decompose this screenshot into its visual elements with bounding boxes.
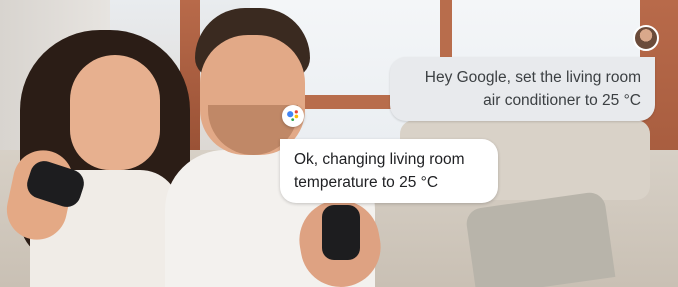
user-message-bubble: Hey Google, set the living room air cond… (390, 57, 655, 121)
assistant-message-line: temperature to 25 °C (294, 174, 439, 191)
photo-background: Hey Google, set the living room air cond… (0, 0, 678, 287)
google-assistant-icon (282, 105, 304, 127)
user-message-line: air conditioner to 25 °C (483, 92, 641, 109)
assistant-message-bubble: Ok, changing living room temperature to … (280, 139, 498, 203)
woman-face (70, 55, 160, 170)
user-message-line: Hey Google, set the living room (424, 69, 641, 86)
assistant-message-line: Ok, changing living room (294, 151, 465, 168)
game-controller-icon (322, 205, 360, 260)
user-avatar-icon (633, 25, 659, 51)
